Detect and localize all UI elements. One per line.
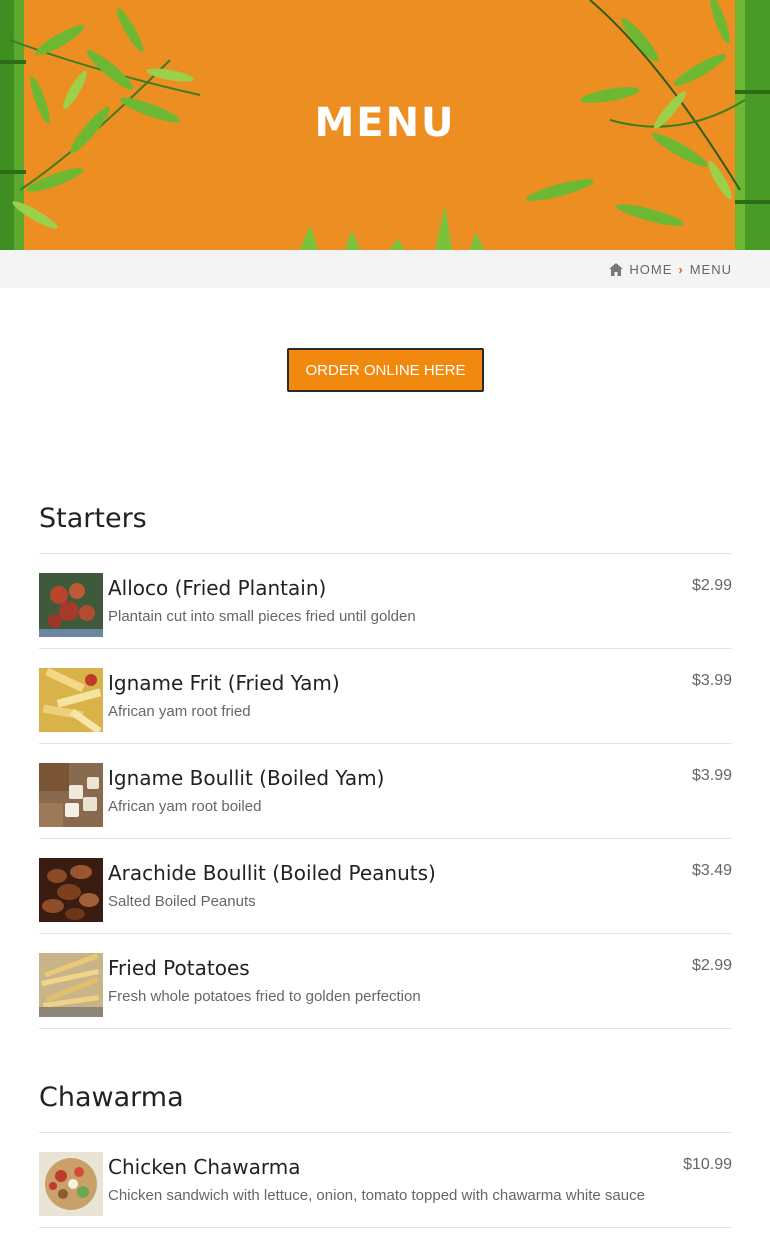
food-image <box>39 858 103 922</box>
menu-item[interactable]: Chicken Chawarma Chicken sandwich with l… <box>39 1132 732 1227</box>
chevron-right-icon: › <box>678 261 684 277</box>
item-name: Chicken Chawarma <box>108 1155 301 1179</box>
menu-item[interactable]: Igname Frit (Fried Yam) African yam root… <box>39 648 732 743</box>
divider <box>39 1028 732 1029</box>
divider <box>39 1227 732 1228</box>
menu-item[interactable]: Igname Boullit (Boiled Yam) African yam … <box>39 743 732 838</box>
item-name: Igname Boullit (Boiled Yam) <box>108 766 385 790</box>
hero-banner: MENU <box>0 0 770 250</box>
food-image <box>39 668 103 732</box>
item-name: Alloco (Fried Plantain) <box>108 576 327 600</box>
item-description: Plantain cut into small pieces fried unt… <box>108 608 416 625</box>
home-icon <box>609 262 624 276</box>
food-image <box>39 953 103 1017</box>
food-image <box>39 763 103 827</box>
breadcrumb: HOME › MENU <box>609 250 732 288</box>
item-price: $3.99 <box>691 767 732 784</box>
item-name: Fried Potatoes <box>108 956 250 980</box>
item-price: $3.49 <box>691 862 732 879</box>
item-price: $2.99 <box>691 577 732 594</box>
item-description: Salted Boiled Peanuts <box>108 893 256 910</box>
menu-item[interactable]: Alloco (Fried Plantain) Plantain cut int… <box>39 553 732 648</box>
breadcrumb-home-link[interactable]: HOME <box>629 262 672 277</box>
item-description: Fresh whole potatoes fried to golden per… <box>108 988 421 1005</box>
item-price: $2.99 <box>691 957 732 974</box>
menu-item[interactable]: Arachide Boullit (Boiled Peanuts) Salted… <box>39 838 732 933</box>
section-title-starters: Starters <box>39 503 147 534</box>
breadcrumb-bar: HOME › MENU <box>0 250 770 288</box>
page-title: MENU <box>314 100 456 146</box>
item-description: Chicken sandwich with lettuce, onion, to… <box>108 1187 645 1204</box>
food-image <box>39 573 103 637</box>
item-description: African yam root fried <box>108 703 251 720</box>
section-title-chawarma: Chawarma <box>39 1082 184 1113</box>
food-image <box>39 1152 103 1216</box>
item-name: Igname Frit (Fried Yam) <box>108 671 340 695</box>
item-price: $3.99 <box>691 672 732 689</box>
breadcrumb-current: MENU <box>689 261 732 277</box>
item-description: African yam root boiled <box>108 798 262 815</box>
item-name: Arachide Boullit (Boiled Peanuts) <box>108 861 436 885</box>
order-online-button[interactable]: ORDER ONLINE HERE <box>287 348 484 392</box>
item-price: $10.99 <box>683 1156 732 1173</box>
menu-item[interactable]: Fried Potatoes Fresh whole potatoes frie… <box>39 933 732 1028</box>
